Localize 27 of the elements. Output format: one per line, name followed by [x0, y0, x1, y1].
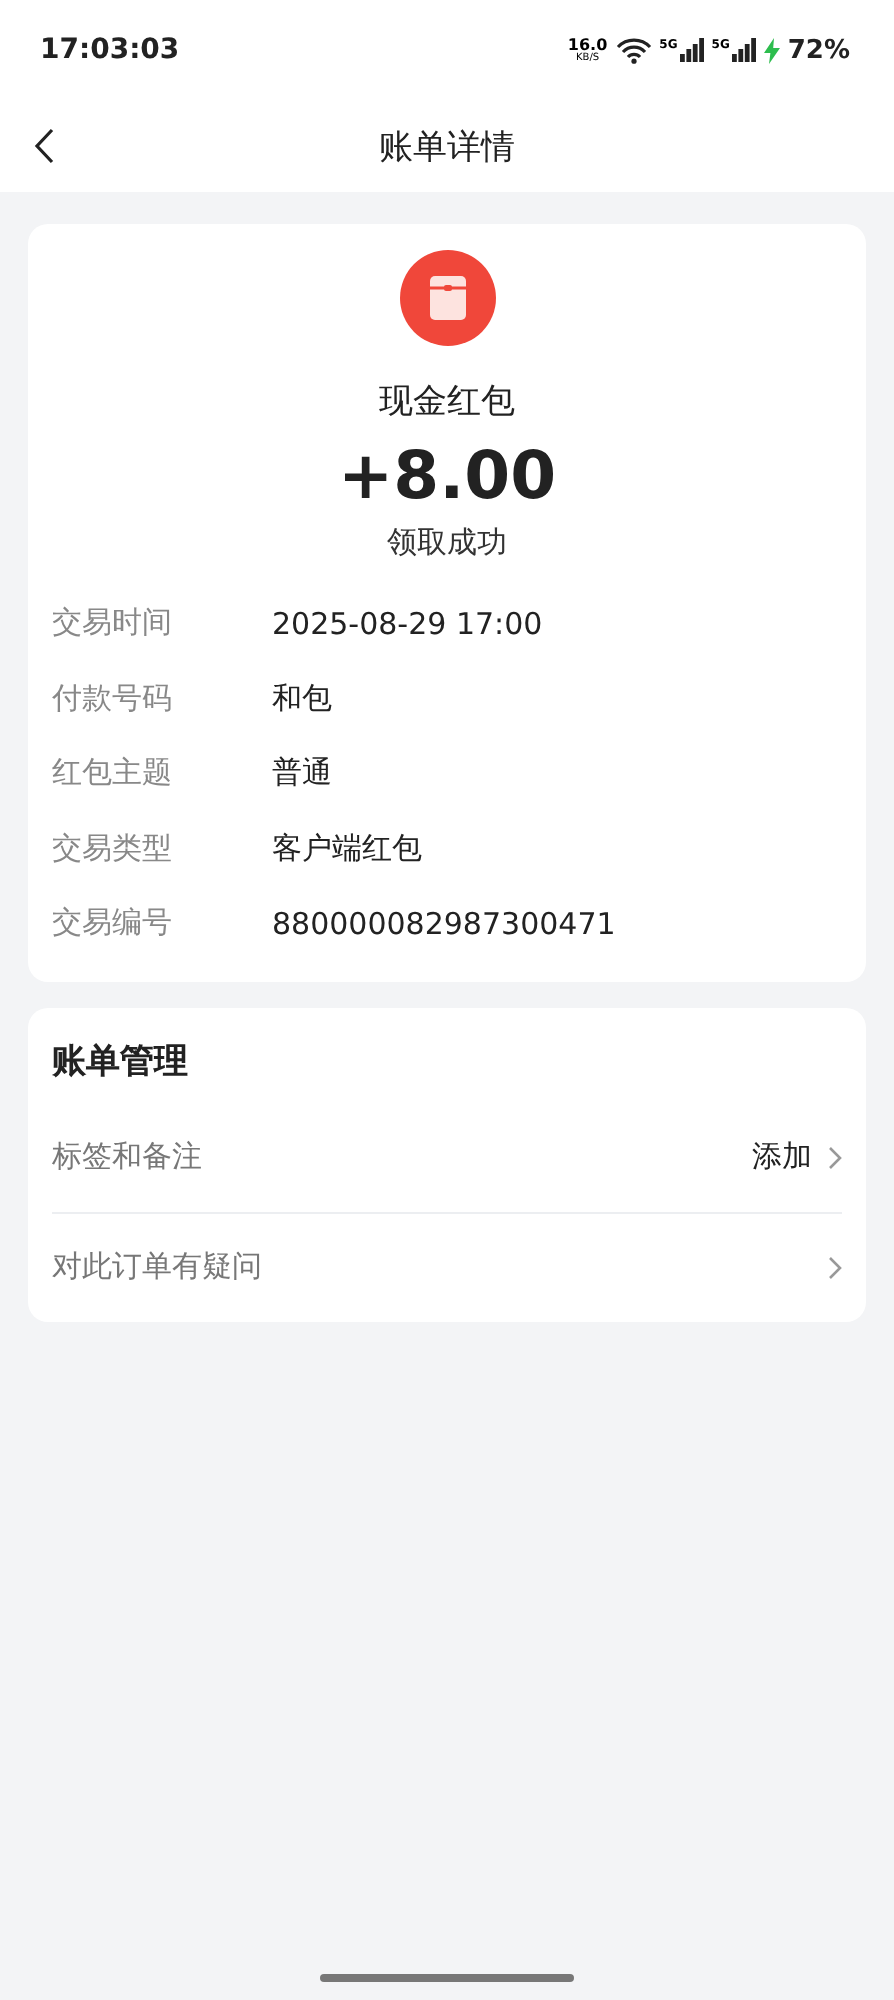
chevron-icon	[828, 1255, 842, 1279]
detail-label: 交易编号	[52, 904, 174, 943]
bill-amount: +8.00	[337, 436, 557, 514]
detail-label: 红包主题	[52, 754, 174, 793]
page-title: 账单详情	[379, 125, 515, 169]
bill-status: 领取成功	[387, 524, 507, 562]
envelope-icon	[399, 250, 495, 346]
signal-icon	[731, 38, 756, 62]
status-time: 17:03:03	[40, 34, 180, 66]
detail-label: 付款号码	[52, 679, 174, 718]
battery-level: 72%	[787, 35, 850, 65]
detail-value: 和包	[272, 679, 332, 718]
bill-name: 现金红包	[379, 380, 515, 424]
menu-item[interactable]: 对此订单有疑问	[52, 1211, 842, 1321]
detail-value: 普通	[272, 754, 332, 793]
menu-item[interactable]: 标签和备注 添加	[52, 1103, 842, 1211]
chevron-icon	[828, 1145, 842, 1169]
section-title: 账单管理	[52, 1039, 190, 1085]
network-speed: 16.0	[567, 37, 608, 53]
detail-value: 客户端红包	[272, 829, 422, 868]
back-icon[interactable]	[34, 128, 54, 164]
detail-label: 交易时间	[52, 604, 174, 643]
wifi-icon	[615, 37, 652, 63]
signal-icon	[679, 38, 704, 62]
detail-value: 880000082987300471	[272, 905, 616, 942]
detail-value: 2025-08-29 17:00	[272, 605, 543, 642]
detail-label: 交易类型	[52, 829, 174, 868]
